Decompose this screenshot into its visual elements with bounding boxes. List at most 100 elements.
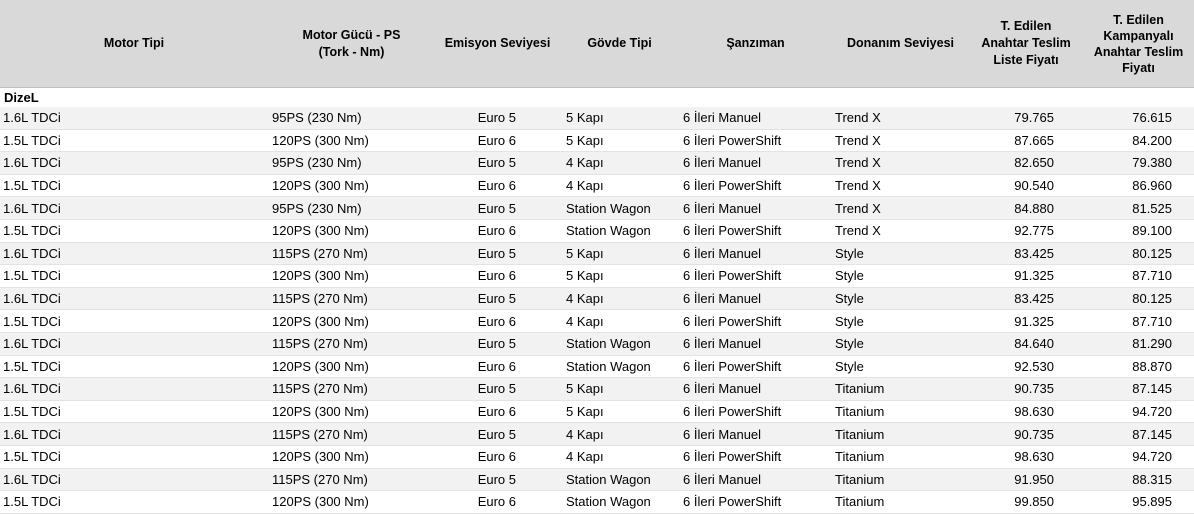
cell-kampanya-fiyati: 87.710 [1083, 264, 1194, 288]
cell-donanim: Titanium [832, 490, 969, 514]
cell-emisyon: Euro 6 [435, 490, 560, 514]
table-row: 1.6L TDCi 115PS (270 Nm) Euro 55 Kapı 6 İle… [0, 377, 1194, 401]
cell-motor-tipi: 1.6L TDCi [0, 242, 268, 266]
cell-sanziman: 6 İleri Manuel [679, 377, 832, 401]
table-row: 1.6L TDCi 95PS (230 Nm) Euro 55 Kapı 6 İler… [0, 107, 1194, 130]
cell-donanim: Trend X [832, 129, 969, 153]
cell-motor-gucu: 95PS (230 Nm) [268, 107, 435, 130]
cell-donanim: Trend X [832, 107, 969, 130]
cell-emisyon: Euro 5 [435, 242, 560, 266]
cell-liste-fiyati: 83.425 [969, 242, 1083, 266]
cell-motor-gucu: 120PS (300 Nm) [268, 264, 435, 288]
cell-motor-gucu: 115PS (270 Nm) [268, 377, 435, 401]
cell-emisyon: Euro 5 [435, 287, 560, 311]
header-liste-line2: Anahtar Teslim [981, 36, 1071, 50]
cell-liste-fiyati: 90.735 [969, 422, 1083, 446]
header-kampanya-line1: T. Edilen [1113, 12, 1164, 27]
cell-emisyon: Euro 5 [435, 151, 560, 175]
cell-liste-fiyati: 91.325 [969, 264, 1083, 288]
cell-motor-gucu: 115PS (270 Nm) [268, 287, 435, 311]
cell-motor-gucu: 115PS (270 Nm) [268, 332, 435, 356]
cell-liste-fiyati: 87.665 [969, 129, 1083, 153]
cell-kampanya-fiyati: 88.315 [1083, 468, 1194, 492]
cell-motor-tipi: 1.5L TDCi [0, 264, 268, 288]
cell-emisyon: Euro 5 [435, 377, 560, 401]
cell-donanim: Titanium [832, 422, 969, 446]
cell-liste-fiyati: 92.530 [969, 355, 1083, 379]
cell-motor-tipi: 1.6L TDCi [0, 468, 268, 492]
cell-donanim: Titanium [832, 468, 969, 492]
cell-motor-tipi: 1.6L TDCi [0, 151, 268, 175]
header-row: Motor Tipi Motor Gücü - PS (Tork - Nm) E… [0, 0, 1194, 88]
cell-motor-gucu: 120PS (300 Nm) [268, 355, 435, 379]
cell-motor-tipi: 1.5L TDCi [0, 174, 268, 198]
cell-govde-tipi: Station Wagon [560, 355, 679, 379]
cell-motor-gucu: 120PS (300 Nm) [268, 490, 435, 514]
cell-liste-fiyati: 82.650 [969, 151, 1083, 175]
cell-emisyon: Euro 6 [435, 264, 560, 288]
cell-liste-fiyati: 99.850 [969, 490, 1083, 514]
cell-kampanya-fiyati: 87.710 [1083, 309, 1194, 333]
cell-govde-tipi: 5 Kapı [560, 377, 679, 401]
cell-kampanya-fiyati: 80.125 [1083, 287, 1194, 311]
cell-motor-tipi: 1.5L TDCi [0, 400, 268, 424]
cell-kampanya-fiyati: 88.870 [1083, 355, 1194, 379]
cell-liste-fiyati: 90.540 [969, 174, 1083, 198]
cell-motor-tipi: 1.5L TDCi [0, 490, 268, 514]
header-kampanya-line4: Fiyatı [1122, 60, 1155, 75]
cell-donanim: Style [832, 287, 969, 311]
table-row: 1.5L TDCi 120PS (300 Nm) Euro 6 Station Wag… [0, 219, 1194, 243]
cell-liste-fiyati: 92.775 [969, 219, 1083, 243]
cell-liste-fiyati: 84.880 [969, 196, 1083, 220]
table-row: 1.6L TDCi 115PS (270 Nm) Euro 5 Station Wag… [0, 332, 1194, 356]
cell-emisyon: Euro 5 [435, 332, 560, 356]
cell-emisyon: Euro 5 [435, 468, 560, 492]
cell-govde-tipi: Station Wagon [560, 219, 679, 243]
table-row: 1.5L TDCi 120PS (300 Nm) Euro 64 Kapı 6 İle… [0, 445, 1194, 469]
cell-donanim: Style [832, 355, 969, 379]
table-row: 1.6L TDCi 115PS (270 Nm) Euro 54 Kapı 6 İle… [0, 422, 1194, 446]
cell-kampanya-fiyati: 94.720 [1083, 445, 1194, 469]
cell-donanim: Trend X [832, 174, 969, 198]
table-row: 1.6L TDCi 115PS (270 Nm) Euro 54 Kapı 6 İle… [0, 287, 1194, 311]
cell-govde-tipi: 4 Kapı [560, 309, 679, 333]
cell-liste-fiyati: 98.630 [969, 400, 1083, 424]
header-donanim: Donanım Seviyesi [832, 0, 969, 88]
cell-govde-tipi: 4 Kapı [560, 174, 679, 198]
cell-sanziman: 6 İleri PowerShift [679, 309, 832, 333]
header-motor-tipi: Motor Tipi [0, 0, 268, 88]
cell-govde-tipi: 5 Kapı [560, 400, 679, 424]
cell-motor-gucu: 120PS (300 Nm) [268, 219, 435, 243]
cell-emisyon: Euro 5 [435, 422, 560, 446]
cell-govde-tipi: Station Wagon [560, 332, 679, 356]
table-row: 1.5L TDCi 120PS (300 Nm) Euro 64 Kapı 6 İle… [0, 174, 1194, 198]
cell-emisyon: Euro 6 [435, 219, 560, 243]
cell-donanim: Titanium [832, 400, 969, 424]
cell-sanziman: 6 İleri PowerShift [679, 355, 832, 379]
cell-motor-tipi: 1.6L TDCi [0, 332, 268, 356]
cell-sanziman: 6 İleri PowerShift [679, 400, 832, 424]
price-table: Motor Tipi Motor Gücü - PS (Tork - Nm) E… [0, 0, 1194, 514]
cell-kampanya-fiyati: 79.380 [1083, 151, 1194, 175]
cell-sanziman: 6 İleri PowerShift [679, 174, 832, 198]
header-motor-tipi-label: Motor Tipi [103, 36, 165, 50]
cell-liste-fiyati: 91.950 [969, 468, 1083, 492]
header-liste-fiyati: T. Edilen Anahtar Teslim Liste Fiyatı [969, 0, 1083, 88]
cell-sanziman: 6 İleri Manuel [679, 107, 832, 130]
header-motor-gucu-line1: Motor Gücü - PS [302, 27, 401, 42]
cell-liste-fiyati: 79.765 [969, 107, 1083, 130]
cell-liste-fiyati: 90.735 [969, 377, 1083, 401]
cell-govde-tipi: 5 Kapı [560, 264, 679, 288]
cell-motor-tipi: 1.5L TDCi [0, 355, 268, 379]
cell-donanim: Trend X [832, 151, 969, 175]
cell-govde-tipi: 4 Kapı [560, 151, 679, 175]
cell-sanziman: 6 İleri PowerShift [679, 219, 832, 243]
cell-kampanya-fiyati: 95.895 [1083, 490, 1194, 514]
cell-govde-tipi: Station Wagon [560, 196, 679, 220]
cell-sanziman: 6 İleri Manuel [679, 196, 832, 220]
cell-govde-tipi: Station Wagon [560, 490, 679, 514]
cell-liste-fiyati: 91.325 [969, 309, 1083, 333]
group-label: DizeL [4, 90, 39, 105]
table-row: 1.5L TDCi 120PS (300 Nm) Euro 65 Kapı 6 İle… [0, 400, 1194, 424]
cell-kampanya-fiyati: 81.525 [1083, 196, 1194, 220]
